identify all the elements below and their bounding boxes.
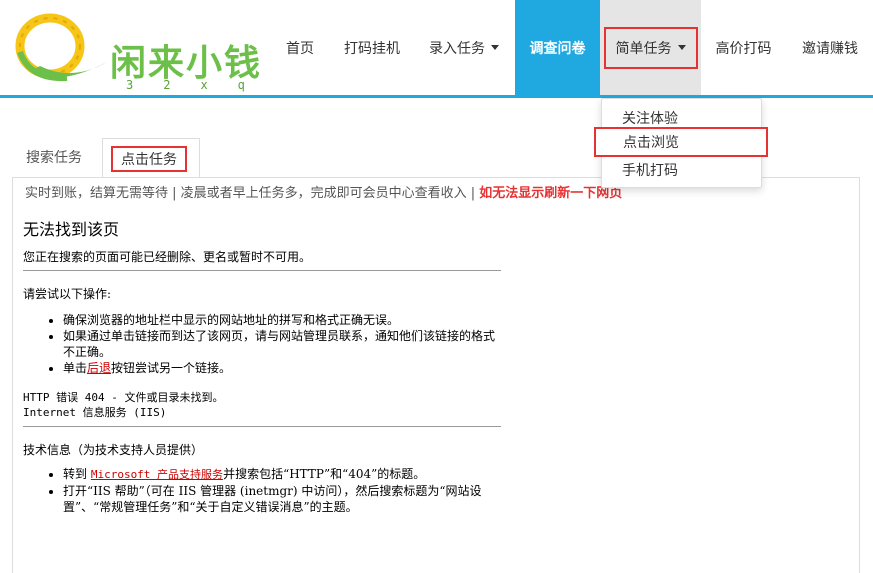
goto-pre-text: 转到 [63,467,91,481]
nav-guaji-label: 打码挂机 [344,40,400,57]
tips-list: 确保浏览器的地址栏中显示的网站地址的拼写和格式正确无误。 如果通过单击链接而到达… [23,312,503,376]
nav-simple-label: 简单任务 [615,40,672,57]
error-title: 无法找到该页 [23,220,120,239]
site-logo[interactable]: 闲来小钱 32xq [12,12,262,92]
nav-gaojia[interactable]: 高价打码 [706,0,781,95]
goto-post-text: 并搜索包括“HTTP”和“404”的标题。 [223,467,426,481]
tip-item: 如果通过单击链接而到达了该网页，请与网站管理员联系，通知他们该链接的格式不正确。 [63,328,503,360]
tab-click-task-label: 点击任务 [111,146,187,172]
try-label: 请尝试以下操作: [23,287,112,301]
top-navbar: 闲来小钱 32xq 首页 打码挂机 录入任务 调查问卷 简单任务 高价打码 邀请… [0,0,873,98]
nav-luru-dropdown[interactable]: 录入任务 [418,0,510,95]
nav-home[interactable]: 首页 [272,0,328,95]
tab-search-task[interactable]: 搜索任务 [26,138,82,178]
error-description: 您正在搜索的页面可能已经删除、更名或暂时不可用。 [23,250,312,264]
tip-item-back: 单击后退按钮尝试另一个链接。 [63,360,503,376]
tech-item-help: 打开“IIS 帮助”（可在 IIS 管理器 (inetmgr) 中访问），然后搜… [63,483,503,515]
logo-q-icon [15,13,107,82]
dropdown-item-mobile-captcha[interactable]: 手机打码 [602,160,761,182]
nav-gaojia-label: 高价打码 [715,40,772,57]
notice-text: 实时到账，结算无需等待 | 凌晨或者早上任务多，完成即可会员中心查看收入 | [25,186,480,201]
http-error-line: HTTP 错误 404 - 文件或目录未找到。 [23,391,224,404]
nav-yaoqing-label: 邀请赚钱 [802,40,858,57]
dropdown-item-click-browse[interactable]: 点击浏览 [594,127,768,157]
nav-simple-highlight: 简单任务 [603,26,698,69]
back-pre-text: 单击 [63,361,88,375]
tab-click-task[interactable]: 点击任务 [102,138,200,179]
http-error-info: HTTP 错误 404 - 文件或目录未找到。 Internet 信息服务 (I… [23,390,503,420]
ms-support-link[interactable]: Microsoft 产品支持服务 [91,468,223,481]
simple-task-dropdown-menu: 关注体验 点击浏览 手机打码 [594,98,768,188]
nav-guaji[interactable]: 打码挂机 [332,0,412,95]
back-link[interactable]: 后退 [87,361,111,375]
tech-item-goto: 转到 Microsoft 产品支持服务并搜索包括“HTTP”和“404”的标题。 [63,466,503,483]
tech-list: 转到 Microsoft 产品支持服务并搜索包括“HTTP”和“404”的标题。… [23,466,503,515]
back-post-text: 按钮尝试另一个链接。 [111,361,232,375]
chevron-down-icon [677,45,686,50]
error-page-iframe: 无法找到该页 您正在搜索的页面可能已经删除、更名或暂时不可用。 请尝试以下操作:… [23,216,503,515]
tip-item: 确保浏览器的地址栏中显示的网站地址的拼写和格式正确无误。 [63,312,503,328]
iis-line: Internet 信息服务 (IIS) [23,406,167,419]
nav-survey[interactable]: 调查问卷 [515,0,600,95]
nav-simple-dropdown[interactable]: 简单任务 [600,0,701,95]
nav-home-label: 首页 [286,40,314,57]
notice-bar: 实时到账，结算无需等待 | 凌晨或者早上任务多，完成即可会员中心查看收入 | 如… [25,182,622,201]
nav-yaoqing[interactable]: 邀请赚钱 [790,0,870,95]
tech-info-label: 技术信息（为技术支持人员提供） [23,443,204,457]
divider [23,426,501,427]
nav-luru-label: 录入任务 [429,40,485,57]
notice-refresh-hint: 如无法显示刷新一下网页 [479,186,623,201]
chevron-down-icon [491,45,499,50]
nav-survey-label: 调查问卷 [529,40,586,57]
logo-subtext: 32xq [126,78,275,92]
divider [23,270,501,271]
task-content-panel: 实时到账，结算无需等待 | 凌晨或者早上任务多，完成即可会员中心查看收入 | 如… [12,177,860,573]
